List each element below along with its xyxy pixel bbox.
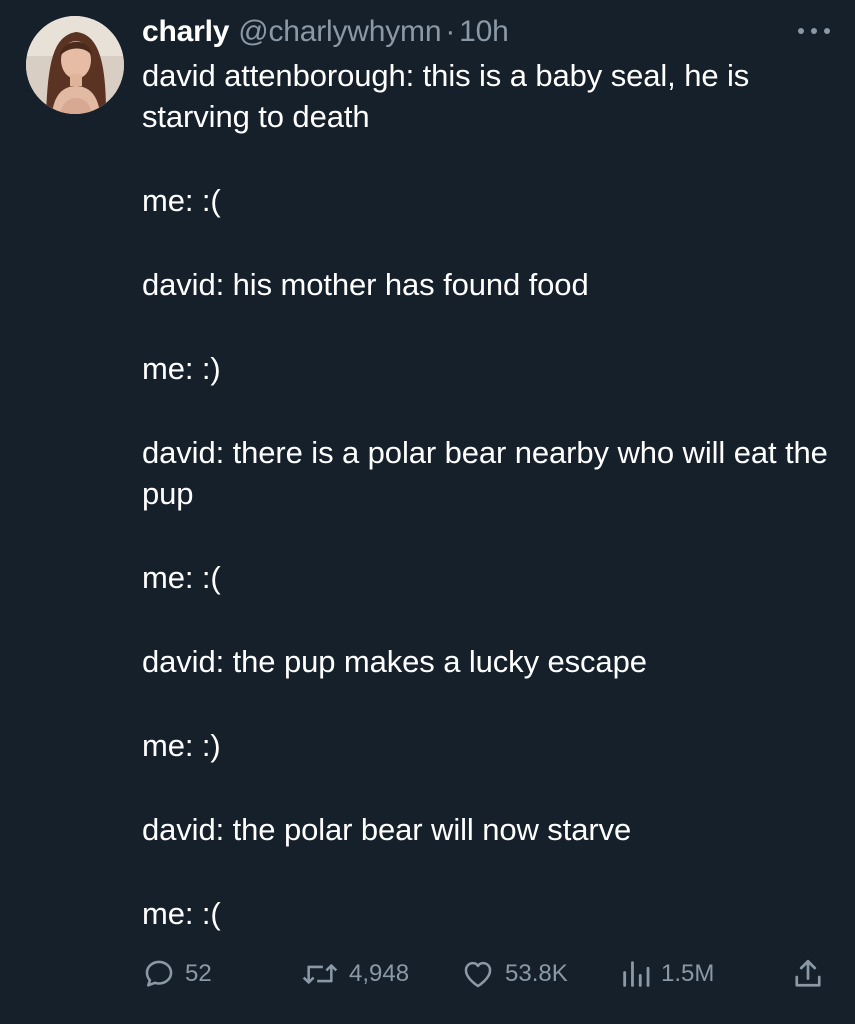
avatar[interactable] xyxy=(26,16,124,114)
tweet-paragraph: david: there is a polar bear nearby who … xyxy=(142,435,828,511)
tweet-paragraph: me: :) xyxy=(142,351,221,386)
tweet-paragraph: me: :( xyxy=(142,896,221,931)
reply-button[interactable]: 52 xyxy=(142,953,212,995)
retweet-button[interactable]: 4,948 xyxy=(300,953,409,995)
tweet-text: david attenborough: this is a baby seal,… xyxy=(142,55,832,977)
author-name[interactable]: charly xyxy=(142,15,229,49)
share-button[interactable] xyxy=(790,953,826,995)
tweet-paragraph: me: :( xyxy=(142,560,221,595)
reply-count: 52 xyxy=(185,960,212,987)
tweet-timestamp[interactable]: 10h xyxy=(459,15,509,49)
like-button[interactable]: 53.8K xyxy=(460,953,568,995)
avatar-image xyxy=(26,16,124,114)
views-button[interactable]: 1.5M xyxy=(620,953,714,995)
tweet[interactable]: charly @charlywhymn · 10h david attenbor… xyxy=(0,0,855,1024)
tweet-paragraph: david: the pup makes a lucky escape xyxy=(142,644,647,679)
views-count: 1.5M xyxy=(661,960,715,987)
tweet-paragraph: david: the polar bear will now starve xyxy=(142,812,632,847)
header-separator: · xyxy=(445,15,456,48)
more-options-button[interactable] xyxy=(795,18,833,44)
tweet-actions: 52 4,948 53.8K 1.5M xyxy=(142,953,832,995)
share-icon xyxy=(795,959,821,987)
heart-icon xyxy=(464,961,492,988)
tweet-header: charly @charlywhymn · 10h xyxy=(142,12,509,52)
views-chart-icon xyxy=(623,961,650,987)
reply-icon xyxy=(145,960,173,987)
retweet-icon xyxy=(302,964,338,984)
author-handle[interactable]: @charlywhymn xyxy=(238,15,441,49)
retweet-count: 4,948 xyxy=(349,960,410,987)
like-count: 53.8K xyxy=(505,960,568,987)
tweet-paragraph: me: :( xyxy=(142,183,221,218)
tweet-paragraph: david attenborough: this is a baby seal,… xyxy=(142,58,750,134)
tweet-paragraph: david: his mother has found food xyxy=(142,267,589,302)
tweet-paragraph: me: :) xyxy=(142,728,221,763)
more-horizontal-icon xyxy=(798,28,830,34)
